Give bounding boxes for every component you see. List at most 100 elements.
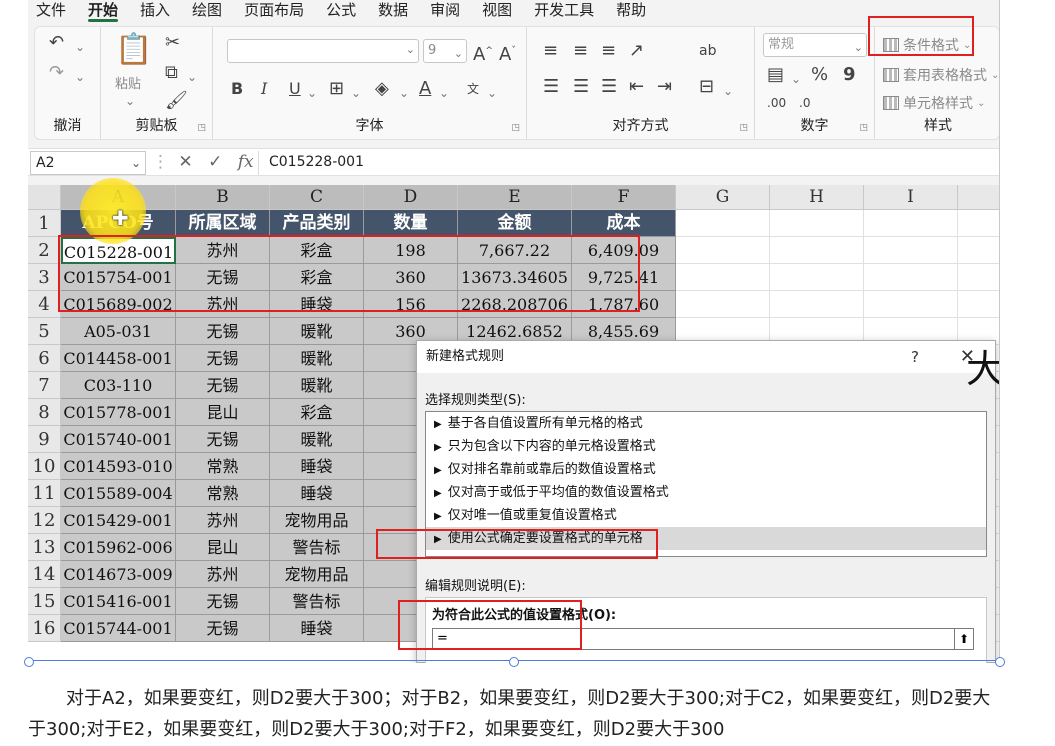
table-cell[interactable]: 13673.34605 [458,264,572,291]
table-cell[interactable]: 睡袋 [270,615,364,642]
table-cell[interactable]: 苏州 [176,561,270,588]
wrap-text-icon[interactable]: ab [699,41,716,61]
table-cell[interactable]: C014458-001 [61,345,176,372]
paste-icon[interactable]: 📋 [115,33,152,67]
align-center-icon[interactable]: ☰ [573,77,589,97]
table-cell[interactable]: 睡袋 [270,453,364,480]
row-header[interactable]: 15 [28,588,61,615]
table-header-cell[interactable]: APCO号 [61,210,176,237]
table-cell[interactable]: 无锡 [176,426,270,453]
empty-cell[interactable] [770,237,864,264]
name-box[interactable]: A2 ⌄ [30,151,146,175]
undo-icon[interactable]: ↶ [49,33,64,53]
chevron-down-icon[interactable]: ⌄ [487,83,497,103]
percent-button[interactable]: % [811,65,828,85]
table-cell[interactable]: 昆山 [176,534,270,561]
chevron-down-icon[interactable]: ⌄ [75,37,85,57]
font-name-select[interactable]: ⌄ [227,39,419,63]
table-cell[interactable]: 无锡 [176,615,270,642]
insert-function-icon[interactable]: fx [238,152,254,172]
table-cell[interactable]: A05-031 [61,318,176,345]
collapse-dialog-icon[interactable]: ⬆ [954,628,974,650]
align-right-icon[interactable]: ☰ [601,77,617,97]
cell-styles-button[interactable]: 单元格样式 ⌄ [883,93,985,113]
tab-insert[interactable]: 插入 [132,0,178,24]
decrease-decimal-icon[interactable]: .0 [799,93,810,113]
table-cell[interactable]: 暖靴 [270,318,364,345]
row-header[interactable]: 1 [28,210,61,237]
table-cell[interactable]: C015744-001 [61,615,176,642]
resize-handle[interactable] [509,657,519,667]
tab-page-layout[interactable]: 页面布局 [236,0,312,24]
orientation-icon[interactable]: ↗ [629,41,644,61]
row-header[interactable]: 5 [28,318,61,345]
table-cell[interactable]: 198 [364,237,458,264]
chevron-down-icon[interactable]: ⌄ [399,83,409,103]
row-header[interactable]: 14 [28,561,61,588]
align-bottom-icon[interactable]: ≡ [601,41,616,61]
empty-cell[interactable] [864,237,958,264]
table-cell[interactable]: 宠物用品 [270,561,364,588]
row-header[interactable]: 2 [28,237,61,264]
help-icon[interactable]: ? [911,341,919,373]
chevron-down-icon[interactable]: ⌄ [791,69,801,89]
table-cell[interactable]: 7,667.22 [458,237,572,264]
tab-formulas[interactable]: 公式 [318,0,364,24]
table-cell[interactable]: 苏州 [176,507,270,534]
rule-type-item[interactable]: ▶ 仅对唯一值或重复值设置格式 [426,504,986,527]
row-header[interactable]: 7 [28,372,61,399]
font-size-select[interactable]: 9 ⌄ [423,39,467,63]
row-header[interactable]: 16 [28,615,61,642]
table-cell[interactable]: 宠物用品 [270,507,364,534]
tab-data[interactable]: 数据 [370,0,416,24]
currency-icon[interactable]: ▤ [767,65,784,85]
table-cell[interactable]: C014593-010 [61,453,176,480]
merge-center-icon[interactable]: ⊟ [699,77,714,97]
table-cell[interactable]: 无锡 [176,264,270,291]
rule-type-item[interactable]: ▶ 仅对高于或低于平均值的数值设置格式 [426,481,986,504]
table-cell[interactable]: 常熟 [176,480,270,507]
column-header-a[interactable]: A [61,185,176,210]
column-header-e[interactable]: E [458,185,572,210]
dialog-launcher-icon[interactable]: ◳ [859,123,868,133]
column-header-d[interactable]: D [364,185,458,210]
empty-cell[interactable] [770,210,864,237]
chevron-down-icon[interactable]: ⌄ [187,67,197,87]
formula-input[interactable]: C015228-001 [258,151,998,175]
table-cell[interactable]: 警告标 [270,588,364,615]
table-cell[interactable]: C015589-004 [61,480,176,507]
empty-cell[interactable] [864,291,958,318]
row-header[interactable]: 4 [28,291,61,318]
rule-type-item[interactable]: ▶ 使用公式确定要设置格式的单元格 [426,527,986,550]
table-cell[interactable]: 苏州 [176,291,270,318]
row-header[interactable]: 9 [28,426,61,453]
column-header-g[interactable]: G [676,185,770,210]
active-cell[interactable]: C015228-001 [61,237,176,264]
empty-cell[interactable] [676,264,770,291]
table-cell[interactable]: 无锡 [176,588,270,615]
table-cell[interactable]: 156 [364,291,458,318]
table-cell[interactable]: 无锡 [176,318,270,345]
chevron-down-icon[interactable]: ⌄ [75,67,85,87]
increase-indent-icon[interactable]: ⇥ [657,77,672,97]
row-header[interactable]: 6 [28,345,61,372]
table-cell[interactable]: C015429-001 [61,507,176,534]
table-cell[interactable]: 2268.208706 [458,291,572,318]
table-cell[interactable]: 1,787.60 [572,291,676,318]
chevron-down-icon[interactable]: ⌄ [125,91,135,111]
paste-label[interactable]: 粘贴 [115,73,141,92]
dialog-launcher-icon[interactable]: ◳ [511,123,520,133]
table-cell[interactable]: 暖靴 [270,372,364,399]
chevron-down-icon[interactable]: ⌄ [723,81,733,101]
table-cell[interactable]: 无锡 [176,345,270,372]
row-header[interactable]: 10 [28,453,61,480]
empty-cell[interactable] [676,210,770,237]
copy-icon[interactable]: ⧉ [165,63,178,83]
column-header-b[interactable]: B [176,185,270,210]
rule-type-item[interactable]: ▶ 仅对排名靠前或靠后的数值设置格式 [426,458,986,481]
table-cell[interactable]: 常熟 [176,453,270,480]
empty-cell[interactable] [864,210,958,237]
italic-button[interactable]: I [261,79,267,99]
empty-cell[interactable] [958,291,999,318]
select-all-corner[interactable] [28,185,61,210]
